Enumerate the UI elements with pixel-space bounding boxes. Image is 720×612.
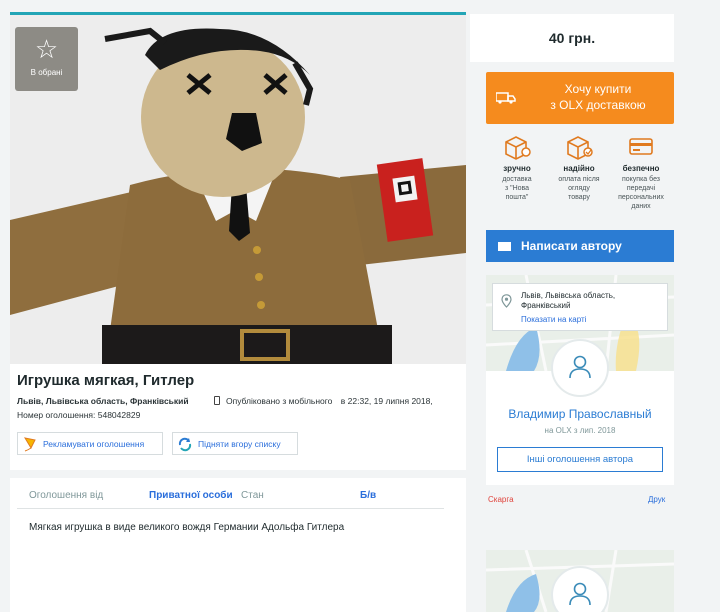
knitted-doll-image [10, 15, 466, 364]
card-icon [629, 138, 653, 155]
seller-name[interactable]: Владимир Православный [486, 407, 674, 421]
favorite-button[interactable]: ☆ В обрані [15, 27, 78, 91]
feature-desc: покупка без передачі персональних даних [610, 175, 672, 211]
kite-icon [23, 436, 36, 451]
condition-label: Стан [241, 490, 264, 501]
feature-desc-line: оплата після [558, 176, 600, 183]
buy-with-delivery-button[interactable]: Хочу купити з OLX доставкою [486, 72, 674, 124]
ad-header: Игрушка мягкая, Гитлер Львів, Львівська … [10, 364, 466, 470]
secondary-map-card [486, 550, 674, 612]
ad-location[interactable]: Львів, Львівська область, Франківський [17, 396, 189, 406]
feature-convenient: зручно доставка з "Нова пошта" [486, 134, 548, 202]
published-label: Опубліковано з мобільного [226, 396, 333, 406]
show-on-map-link[interactable]: Показати на карті [521, 315, 586, 324]
feature-desc-line: персональних [618, 194, 664, 201]
promote-ad-label: Рекламувати оголошення [43, 438, 145, 449]
other-ads-button[interactable]: Інші оголошення автора [497, 447, 663, 472]
ad-details: Оголошення від Приватної особи Стан Б/в … [10, 478, 466, 612]
page-title: Игрушка мягкая, Гитлер [17, 372, 195, 389]
promote-ad-button[interactable]: Рекламувати оголошення [17, 432, 163, 455]
published-time: в 22:32, 19 липня 2018, [340, 396, 433, 406]
feature-desc: доставка з "Нова пошта" [486, 175, 548, 202]
location-box: Львів, Львівська область, Франківський П… [492, 283, 668, 331]
feature-title: надійно [563, 164, 595, 173]
ad-published: Опубліковано з мобільного в 22:32, 19 ли… [214, 396, 433, 406]
feature-desc-line: покупка без [621, 176, 661, 183]
feature-desc-line: товару [568, 194, 590, 201]
price-box: 40 грн. [470, 14, 674, 62]
feature-desc-line: пошта" [505, 194, 529, 201]
seller-card: Львів, Львівська область, Франківський П… [486, 275, 674, 485]
offered-by-label: Оголошення від [29, 490, 104, 501]
offered-by-value[interactable]: Приватної особи [149, 490, 233, 501]
refresh-icon [178, 437, 192, 451]
package-check-icon [567, 136, 593, 160]
feature-title: зручно [503, 164, 531, 173]
seller-since: на OLX з лип. 2018 [544, 426, 616, 435]
truck-icon [496, 92, 516, 104]
ad-description: Мягкая игрушка в виде великого вождя Гер… [29, 522, 345, 533]
buy-button-line1: Хочу купити [564, 82, 632, 96]
message-author-button[interactable]: Написати автору [486, 230, 674, 262]
condition-value[interactable]: Б/в [360, 490, 376, 501]
package-pin-icon [505, 136, 531, 160]
message-author-label: Написати автору [521, 239, 622, 253]
feature-title: безпечно [622, 164, 660, 173]
delivery-features: зручно доставка з "Нова пошта" надійно о… [486, 134, 674, 222]
ad-photo[interactable]: ☆ В обрані [10, 12, 466, 364]
map-pin-icon [501, 294, 512, 308]
seller-location-line: Львів, Львівська область, [521, 291, 616, 300]
avatar[interactable] [551, 339, 609, 397]
star-icon: ☆ [34, 35, 59, 65]
raise-ad-button[interactable]: Підняти вгору списку [172, 432, 298, 455]
envelope-icon [498, 241, 511, 251]
seller-location-line: Франківський [521, 301, 571, 310]
seller-location: Львів, Львівська область, Франківський [521, 291, 615, 311]
complaint-link[interactable]: Скарга [488, 495, 514, 504]
feature-safe: безпечно покупка без передачі персональн… [610, 134, 672, 211]
price: 40 грн. [548, 30, 596, 46]
phone-icon [214, 396, 220, 405]
user-icon [569, 355, 591, 379]
buy-button-line2: з OLX доставкою [550, 98, 646, 112]
feature-desc-line: даних [631, 203, 651, 210]
feature-desc-line: передачі [626, 185, 656, 192]
feature-reliable: надійно оплата після огляду товару [548, 134, 610, 202]
feature-desc-line: доставка [502, 176, 532, 183]
feature-desc-line: з "Нова [504, 185, 530, 192]
raise-ad-label: Підняти вгору списку [198, 438, 281, 449]
ad-number: Номер оголошення: 548042829 [17, 410, 141, 420]
feature-desc-line: огляду [568, 185, 590, 192]
divider [17, 508, 444, 509]
print-link[interactable]: Друк [648, 495, 665, 504]
user-icon [569, 582, 591, 606]
feature-desc: оплата після огляду товару [548, 175, 610, 202]
favorite-label: В обрані [30, 68, 63, 77]
